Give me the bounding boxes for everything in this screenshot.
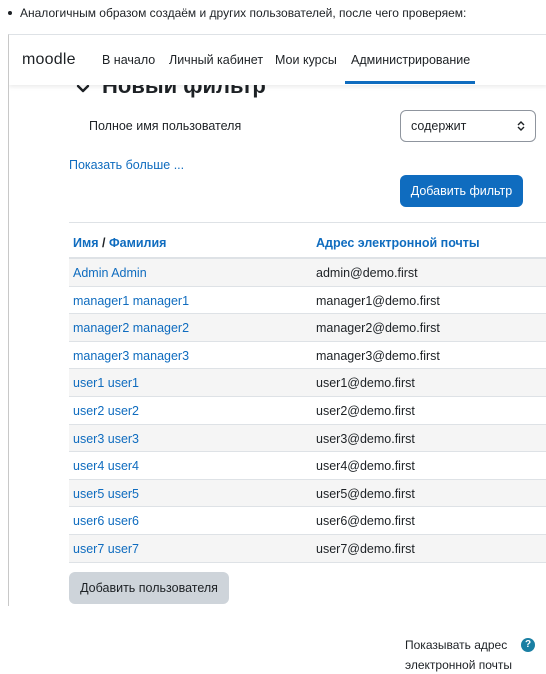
user-email: user6@demo.first	[316, 514, 415, 529]
user-name-link[interactable]: user3 user3	[73, 432, 139, 446]
header-separator: /	[98, 236, 109, 250]
table-row: manager2 manager2 manager2@demo.first	[69, 314, 546, 342]
user-name-link[interactable]: user5 user5	[73, 487, 139, 501]
show-email-setting-label: Показывать адрес электронной почты	[405, 635, 525, 674]
nav-site-administration[interactable]: Администрирование	[351, 53, 470, 67]
user-email: manager2@demo.first	[316, 321, 440, 336]
user-name-link[interactable]: user4 user4	[73, 459, 139, 473]
table-row: manager1 manager1 manager1@demo.first	[69, 287, 546, 315]
table-row: user2 user2 user2@demo.first	[69, 397, 546, 425]
user-email: admin@demo.first	[316, 266, 418, 280]
sort-last-name-link[interactable]: Фамилия	[109, 236, 166, 250]
user-name-link[interactable]: user6 user6	[73, 514, 139, 528]
sort-email-link[interactable]: Адрес электронной почты	[316, 236, 480, 250]
show-email-label-line1: Показывать адрес	[405, 638, 508, 652]
table-row: user6 user6 user6@demo.first	[69, 507, 546, 535]
help-question-icon[interactable]: ?	[521, 638, 535, 652]
table-top-divider	[69, 222, 546, 223]
table-row: user7 user7 user7@demo.first	[69, 534, 546, 563]
table-row: user3 user3 user3@demo.first	[69, 424, 546, 453]
filter-operator-value: содержит	[411, 119, 467, 133]
user-email: user3@demo.first	[316, 431, 415, 446]
moodle-screenshot-frame: moodle В начало Личный кабинет Мои курсы…	[8, 34, 546, 606]
user-email: user7@demo.first	[316, 541, 415, 556]
user-email: manager3@demo.first	[316, 348, 440, 363]
user-name-link[interactable]: user1 user1	[73, 376, 139, 390]
moodle-logo[interactable]: moodle	[22, 51, 76, 69]
user-email: user1@demo.first	[316, 376, 415, 391]
add-filter-button[interactable]: Добавить фильтр	[400, 175, 523, 207]
bullet-icon	[8, 10, 12, 15]
show-more-link[interactable]: Показать больше ...	[69, 158, 184, 172]
show-email-label-line2: электронной почты	[405, 658, 513, 672]
main-content: Новый фильтр Полное имя пользователя сод…	[9, 73, 546, 606]
table-row: user1 user1 user1@demo.first	[69, 369, 546, 397]
active-nav-indicator	[345, 81, 475, 84]
intro-text-content: Аналогичным образом создаём и других пол…	[20, 6, 467, 20]
fullname-filter-label: Полное имя пользователя	[89, 119, 242, 133]
user-name-link[interactable]: manager3 manager3	[73, 349, 189, 363]
table-row: Admin Admin admin@demo.first	[69, 259, 546, 287]
user-email: user4@demo.first	[316, 459, 415, 474]
sort-first-name-link[interactable]: Имя	[73, 236, 99, 250]
user-name-link[interactable]: user7 user7	[73, 542, 139, 556]
user-name-link[interactable]: user2 user2	[73, 404, 139, 418]
intro-text: Аналогичным образом создаём и других пол…	[8, 6, 466, 20]
nav-home[interactable]: В начало	[102, 53, 155, 67]
users-table-header-name: Имя / Фамилия	[73, 236, 166, 250]
table-row: user4 user4 user4@demo.first	[69, 452, 546, 480]
nav-dashboard[interactable]: Личный кабинет	[169, 53, 263, 67]
user-name-link[interactable]: manager2 manager2	[73, 321, 189, 335]
user-email: user5@demo.first	[316, 486, 415, 501]
top-navbar: moodle В начало Личный кабинет Мои курсы…	[9, 35, 546, 85]
user-name-link[interactable]: manager1 manager1	[73, 294, 189, 308]
table-row: user5 user5 user5@demo.first	[69, 479, 546, 508]
select-caret-icon	[517, 121, 525, 131]
user-email: user2@demo.first	[316, 403, 415, 418]
user-email: manager1@demo.first	[316, 293, 440, 308]
filter-operator-select[interactable]: содержит	[400, 110, 536, 142]
users-table-body: Admin Admin admin@demo.first manager1 man…	[69, 259, 546, 563]
table-row: manager3 manager3 manager3@demo.first	[69, 342, 546, 370]
add-user-button[interactable]: Добавить пользователя	[69, 572, 229, 604]
user-name-link[interactable]: Admin Admin	[73, 266, 147, 280]
nav-my-courses[interactable]: Мои курсы	[275, 53, 337, 67]
